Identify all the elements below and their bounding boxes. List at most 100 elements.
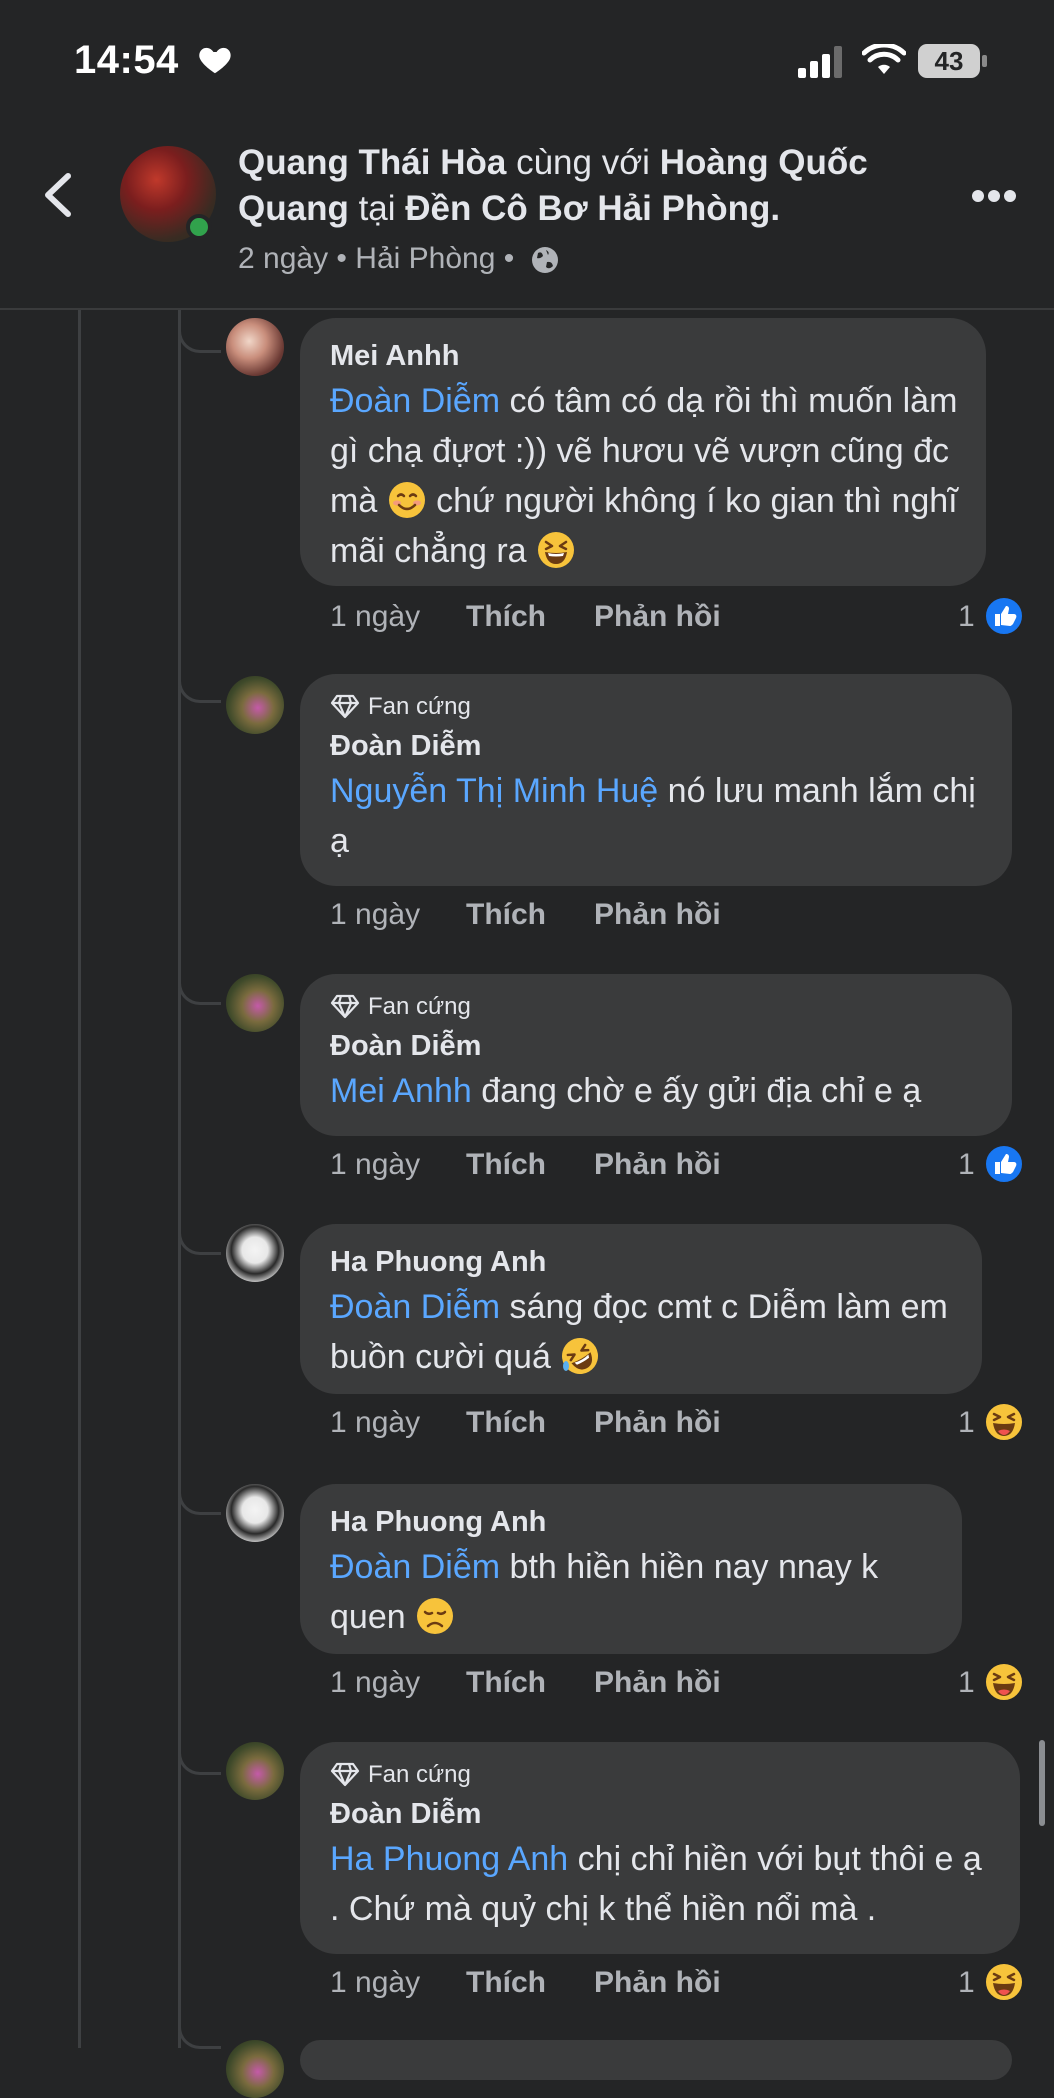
reply-button[interactable]: Phản hồi	[594, 1406, 721, 1440]
commenter-avatar[interactable]	[226, 974, 284, 1032]
comment-text: Đoàn Diễm sáng đọc cmt c Diễm làm em buồ…	[330, 1282, 954, 1382]
like-button[interactable]: Thích	[466, 1406, 546, 1440]
comment-text: Đoàn Diễm bth hiền hiền nay nnay k quen	[330, 1548, 879, 1636]
reply-button[interactable]: Phản hồi	[594, 1666, 721, 1700]
commenter-avatar[interactable]	[226, 2040, 284, 2098]
rolling-on-floor-laughing-emoji-icon	[562, 1338, 599, 1375]
comment-bubble	[300, 2040, 1012, 2080]
thread-line	[78, 310, 81, 2048]
commenter-avatar[interactable]	[226, 1224, 284, 1282]
haha-reaction-icon	[984, 1402, 1024, 1442]
comment-time: 1 ngày	[330, 600, 421, 633]
commenter-avatar[interactable]	[226, 1742, 284, 1800]
location-name[interactable]: Đền Cô Bơ Hải Phòng.	[405, 189, 780, 228]
comment-time: 1 ngày	[330, 1966, 421, 1999]
comment-time: 1 ngày	[330, 898, 421, 931]
like-button[interactable]: Thích	[466, 1148, 546, 1182]
heart-icon	[199, 47, 231, 74]
disappointed-face-emoji-icon	[417, 1598, 454, 1635]
reaction-summary[interactable]: 1	[958, 1402, 1028, 1446]
like-button[interactable]: Thích	[466, 1966, 546, 2000]
comment-author[interactable]: Đoàn Diễm	[330, 1026, 984, 1066]
reaction-summary[interactable]: 1	[958, 1662, 1028, 1706]
fan-badge: Fan cứng	[330, 1760, 992, 1790]
like-reaction-icon	[984, 1144, 1024, 1184]
comment-text: Ha Phuong Anh chị chỉ hiền với bụt thôi …	[330, 1840, 982, 1928]
reply-button[interactable]: Phản hồi	[594, 1966, 721, 2000]
comment-bubble: Fan cứng Đoàn Diễm Mei Anhh đang chờ e ấ…	[300, 974, 1012, 1136]
post-header: Quang Thái Hòa cùng với Hoàng Quốc Quang…	[0, 118, 1054, 310]
reply-connector	[178, 1710, 221, 1775]
fan-badge: Fan cứng	[330, 692, 984, 722]
like-reaction-icon	[984, 596, 1024, 636]
grinning-squinting-face-emoji-icon	[538, 532, 574, 569]
comment-text: Mei Anhh đang chờ e ấy gửi địa chỉ e ạ	[330, 1072, 922, 1110]
wifi-icon	[862, 44, 906, 74]
reaction-count: 1	[958, 600, 975, 633]
comment-actions: 1 ngày Thích Phản hồi	[330, 1148, 830, 1188]
cellular-signal-icon	[798, 46, 842, 78]
comment-bubble: Ha Phuong Anh Đoàn Diễm sáng đọc cmt c D…	[300, 1224, 982, 1394]
reply-connector	[178, 1190, 221, 1255]
commenter-avatar[interactable]	[226, 1484, 284, 1542]
mention-link[interactable]: Đoàn Diễm	[330, 1548, 500, 1586]
comment-actions: 1 ngày Thích Phản hồi	[330, 898, 830, 938]
reaction-summary[interactable]: 1	[958, 596, 1028, 640]
reaction-count: 1	[958, 1148, 975, 1181]
reaction-count: 1	[958, 1406, 975, 1439]
post-location: Hải Phòng	[355, 242, 496, 275]
comment-author[interactable]: Mei Anhh	[330, 336, 958, 376]
scrollbar[interactable]	[1039, 1740, 1045, 1826]
reply-button[interactable]: Phản hồi	[594, 1148, 721, 1182]
fan-badge: Fan cứng	[330, 992, 984, 1022]
reply-connector	[178, 310, 221, 353]
comment-time: 1 ngày	[330, 1148, 421, 1181]
mention-link[interactable]: Mei Anhh	[330, 1072, 472, 1110]
more-options-icon[interactable]	[972, 190, 1016, 204]
comment-actions: 1 ngày Thích Phản hồi	[330, 1406, 830, 1446]
like-button[interactable]: Thích	[466, 600, 546, 634]
status-bar: 14:54 43	[0, 0, 1054, 118]
comment-author[interactable]: Đoàn Diễm	[330, 726, 984, 766]
reaction-count: 1	[958, 1666, 975, 1699]
comment-actions: 1 ngày Thích Phản hồi	[330, 1666, 830, 1706]
smiling-face-emoji-icon	[388, 482, 425, 519]
commenter-avatar[interactable]	[226, 676, 284, 734]
reply-connector	[178, 940, 221, 1005]
haha-reaction-icon	[984, 1662, 1024, 1702]
mention-link[interactable]: Đoàn Diễm	[330, 1288, 500, 1326]
haha-reaction-icon	[984, 1962, 1024, 2002]
comment-actions: 1 ngày Thích Phản hồi	[330, 1966, 830, 2006]
mention-link[interactable]: Ha Phuong Anh	[330, 1840, 568, 1878]
diamond-icon	[330, 694, 360, 718]
like-button[interactable]: Thích	[466, 1666, 546, 1700]
reply-button[interactable]: Phản hồi	[594, 600, 721, 634]
comment-author[interactable]: Ha Phuong Anh	[330, 1502, 934, 1542]
reaction-count: 1	[958, 1966, 975, 1999]
post-author-name[interactable]: Quang Thái Hòa	[238, 143, 506, 182]
reply-connector	[178, 2010, 221, 2049]
comment-bubble: Fan cứng Đoàn Diễm Nguyễn Thị Minh Huệ n…	[300, 674, 1012, 886]
mention-link[interactable]: Đoàn Diễm	[330, 382, 500, 420]
meta-separator: •	[336, 242, 347, 275]
meta-separator: •	[503, 242, 515, 275]
reaction-summary[interactable]: 1	[958, 1962, 1028, 2006]
reply-button[interactable]: Phản hồi	[594, 898, 721, 932]
reaction-summary[interactable]: 1	[958, 1144, 1028, 1188]
comment-bubble: Fan cứng Đoàn Diễm Ha Phuong Anh chị chỉ…	[300, 1742, 1020, 1954]
comment-text: Đoàn Diễm có tâm có dạ rồi thì muốn làm …	[330, 382, 958, 570]
commenter-avatar[interactable]	[226, 318, 284, 376]
back-chevron-icon[interactable]	[38, 170, 80, 220]
mention-link[interactable]: Nguyễn Thị Minh Huệ	[330, 772, 658, 810]
diamond-icon	[330, 1762, 360, 1786]
globe-icon	[531, 247, 558, 274]
post-title: Quang Thái Hòa cùng với Hoàng Quốc Quang…	[238, 140, 918, 232]
thread-line	[178, 310, 181, 2048]
comment-text: Nguyễn Thị Minh Huệ nó lưu manh lắm chị …	[330, 772, 976, 860]
comment-author[interactable]: Đoàn Diễm	[330, 1794, 992, 1834]
comment-author[interactable]: Ha Phuong Anh	[330, 1242, 954, 1282]
like-button[interactable]: Thích	[466, 898, 546, 932]
with-text: cùng với	[516, 143, 650, 182]
online-status-dot	[186, 214, 212, 240]
comment-time: 1 ngày	[330, 1666, 421, 1699]
